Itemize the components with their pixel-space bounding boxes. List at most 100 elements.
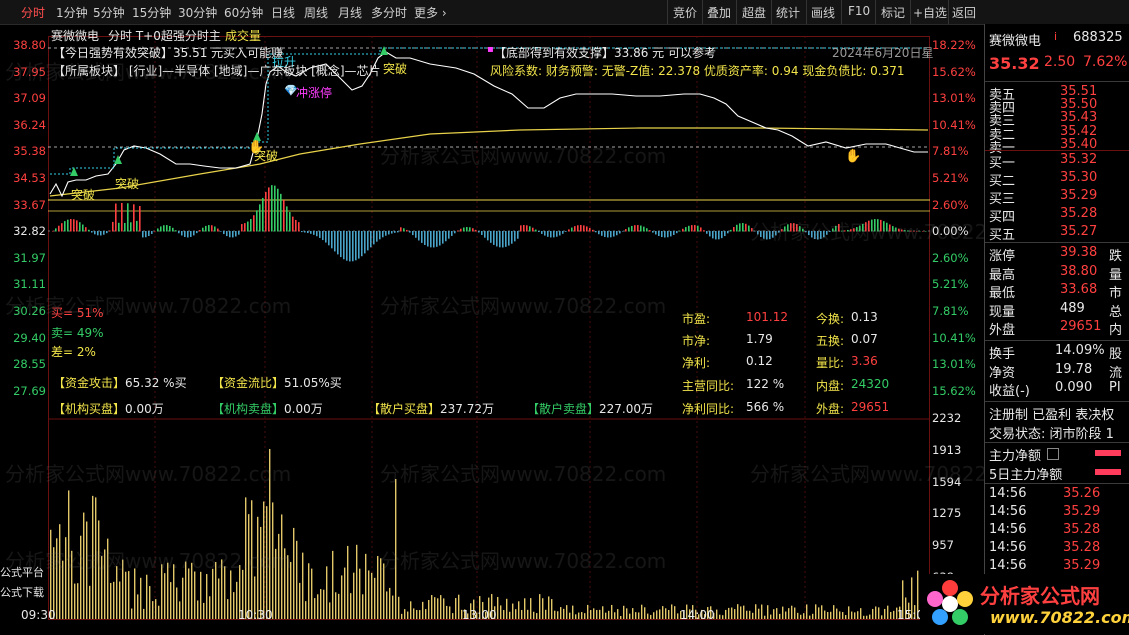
bid-price: 35.29 [1060, 188, 1097, 203]
osc-bar [514, 231, 516, 241]
bid-label: 买二 [989, 170, 1015, 189]
osc-bar [478, 231, 480, 232]
volume-bar [407, 612, 408, 619]
osc-bar [58, 226, 60, 232]
osc-bar [772, 231, 774, 238]
osc-bar [649, 230, 651, 231]
osc-bar [703, 230, 705, 231]
volume-bar [662, 606, 663, 619]
doc-icon[interactable] [1047, 448, 1059, 460]
osc-bar [640, 226, 642, 232]
volume-bar [674, 606, 675, 619]
volume-bar [449, 606, 450, 619]
retail-buy-value: 237.72万 [440, 402, 494, 416]
tab-monthly[interactable]: 月线 [338, 4, 362, 21]
osc-bar [607, 231, 609, 237]
price-tick: 37.95 [0, 65, 46, 79]
tool-mark[interactable]: 标记 [881, 4, 905, 21]
volume-bar [746, 611, 747, 619]
tab-daily[interactable]: 日线 [271, 4, 295, 21]
info-icon[interactable]: i [1054, 30, 1057, 43]
tab-5min[interactable]: 5分钟 [93, 4, 125, 21]
osc-bar [328, 231, 330, 245]
stat-row: 净资 19.78 流 [985, 362, 1129, 380]
osc-bar [508, 231, 510, 246]
volume-bar [188, 568, 189, 619]
volume-bar [821, 605, 822, 619]
main-net-5d-row[interactable]: 5日主力净额 [985, 464, 1129, 482]
volume-bar [614, 612, 615, 619]
pct-tick: 7.81% [932, 144, 984, 158]
volume-bar [383, 563, 384, 619]
osc-bar [232, 231, 234, 237]
volume-bar [167, 563, 168, 619]
tool-f10[interactable]: F10 [848, 4, 870, 18]
bid-row[interactable]: 买五 35.27 [985, 224, 1129, 242]
volume-bar [404, 609, 405, 619]
tab-30min[interactable]: 30分钟 [178, 4, 217, 21]
volume-bar [608, 611, 609, 619]
volume-bar [788, 608, 789, 619]
tick-time: 14:56 [989, 558, 1026, 573]
volume-bar [149, 586, 150, 619]
volume-bar [872, 609, 873, 619]
bid-row[interactable]: 买二 35.30 [985, 170, 1129, 188]
volume-bar [722, 615, 723, 619]
tool-back[interactable]: 返回 [952, 4, 976, 21]
formula-download-link[interactable]: 公式下载 [0, 584, 44, 600]
tool-overlay[interactable]: 叠加 [707, 4, 731, 21]
bid-row[interactable]: 买三 35.29 [985, 188, 1129, 206]
tab-weekly[interactable]: 周线 [304, 4, 328, 21]
tool-stats[interactable]: 统计 [776, 4, 800, 21]
osc-bar [472, 228, 474, 231]
tab-1min[interactable]: 1分钟 [56, 4, 88, 21]
osc-bar [796, 224, 798, 231]
volume-bar [554, 611, 555, 619]
volume-bar [284, 548, 285, 619]
osc-bar [724, 231, 726, 236]
bid-row[interactable]: 买一 35.32 [985, 152, 1129, 170]
volume-bar [458, 595, 459, 619]
osc-bar [877, 219, 879, 231]
volume-bar [71, 551, 72, 619]
volume-bar [191, 563, 192, 619]
main-net-row[interactable]: 主力净额 [985, 445, 1129, 463]
tab-15min[interactable]: 15分钟 [132, 4, 171, 21]
osc-bar [619, 231, 621, 233]
volume-bar [497, 597, 498, 619]
osc-bar [82, 225, 84, 232]
bid-row[interactable]: 买四 35.28 [985, 206, 1129, 224]
volume-tick: 1594 [932, 475, 984, 489]
tab-fenshi[interactable]: 分时 [21, 4, 45, 21]
osc-bar [853, 228, 855, 231]
tool-super[interactable]: 超盘 [742, 4, 766, 21]
bid-label: 买三 [989, 188, 1015, 207]
volume-bar [818, 607, 819, 619]
osc-bar [79, 222, 81, 231]
stat-key-2: 股 [1109, 343, 1122, 362]
net-profit-key: 净利: [682, 354, 710, 371]
osc-bar [610, 231, 612, 237]
volume-bar [533, 612, 534, 619]
osc-bar [844, 230, 846, 231]
tab-60min[interactable]: 60分钟 [224, 4, 263, 21]
formula-platform-link[interactable]: 公式平台 [0, 564, 44, 580]
osc-bar [343, 231, 345, 259]
stat-key-2: 内 [1109, 319, 1122, 338]
tool-auction[interactable]: 竞价 [673, 4, 697, 21]
volume-bar [353, 573, 354, 619]
osc-bar [220, 231, 222, 232]
volume-bar [131, 609, 132, 619]
tool-add-watchlist[interactable]: +自选 [913, 4, 947, 21]
volume-bar [881, 615, 882, 619]
osc-bar [298, 222, 300, 231]
tab-multi-fenshi[interactable]: 多分时 [371, 4, 407, 21]
osc-bar [64, 221, 66, 231]
osc-bar [769, 231, 771, 239]
tool-draw[interactable]: 画线 [811, 4, 835, 21]
tab-more[interactable]: 更多 › [414, 4, 447, 21]
price-tick: 28.55 [0, 357, 46, 371]
stat-key-2: 市 [1109, 282, 1122, 301]
quote-price-row: 35.32 2.50 7.62% [985, 54, 1129, 76]
volume-bar [800, 615, 801, 619]
